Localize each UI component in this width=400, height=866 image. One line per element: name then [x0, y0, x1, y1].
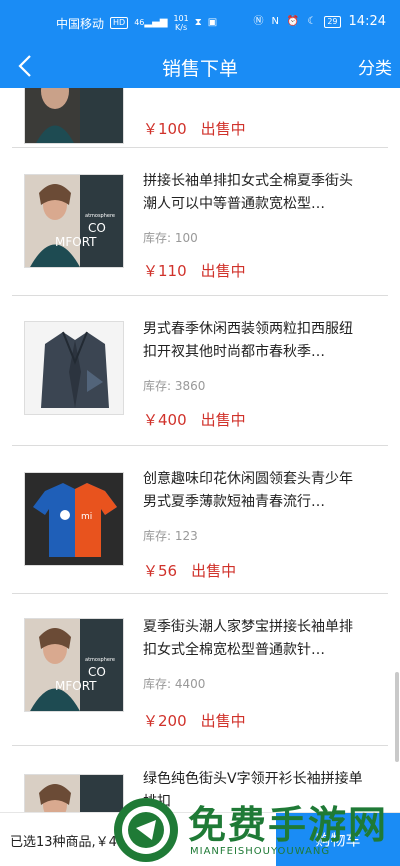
- product-price: ￥100: [143, 120, 187, 138]
- product-photo: atmosphere CO MFORT: [25, 619, 123, 711]
- product-name: 拼接长袖单排扣女式全棉夏季街头潮人可以中等普通款宽松型…: [143, 173, 353, 212]
- price-row: ￥56 出售中: [143, 560, 236, 581]
- product-image: atmosphere CO MFORT: [24, 618, 124, 712]
- clock-time: 14:24: [348, 14, 386, 29]
- status-right: Ⓝ N ⏰ ☾ 29 14:24: [253, 14, 386, 29]
- product-status: 出售中: [191, 562, 237, 580]
- price-row: ￥100 出售中: [143, 118, 246, 139]
- product-info: 拼接长袖单排扣女式全棉夏季街头潮人可以中等普通款宽松型… 库存: 100: [143, 170, 363, 246]
- scrollbar-thumb[interactable]: [395, 672, 399, 762]
- nfc-label: N: [271, 15, 279, 27]
- net-speed: 101 K/s: [173, 14, 188, 32]
- product-price: ￥400: [143, 411, 187, 429]
- product-photo: [25, 322, 123, 414]
- product-status: 出售中: [200, 262, 246, 280]
- product-image: mi: [24, 472, 124, 566]
- hourglass-icon: ⧗: [194, 17, 202, 28]
- alarm-icon: ⏰: [286, 15, 300, 27]
- price-row: ￥110 出售中: [143, 260, 246, 281]
- product-item[interactable]: 男式春季休闲西装领两粒扣西服纽扣开衩其他时尚都市春秋季… 库存: 3860 ￥4…: [12, 296, 388, 446]
- network-type-label: 46: [134, 18, 145, 27]
- product-info: 夏季街头潮人家梦宝拼接长袖单排扣女式全棉宽松型普通款针… 库存: 4400: [143, 616, 363, 692]
- stock-label: 库存:: [143, 231, 172, 245]
- product-item[interactable]: mi 创意趣味印花休闲圆领套头青少年男式夏季薄款短袖青春流行… 库存: 123 …: [12, 446, 388, 594]
- price-row: ￥400 出售中: [143, 409, 246, 430]
- product-name: 创意趣味印花休闲圆领套头青少年男式夏季薄款短袖青春流行…: [143, 471, 353, 510]
- signal-icon: 46▂▄▆: [134, 17, 168, 28]
- price-row: ￥200 出售中: [143, 710, 246, 731]
- hd-badge: HD: [110, 17, 129, 29]
- product-status: 出售中: [200, 712, 246, 730]
- product-price: ￥56: [143, 562, 178, 580]
- product-photo: [25, 88, 123, 143]
- stock-label: 库存:: [143, 379, 172, 393]
- product-info: 男式春季休闲西装领两粒扣西服纽扣开衩其他时尚都市春秋季… 库存: 3860: [143, 318, 363, 394]
- product-item[interactable]: ￥100 出售中: [12, 88, 388, 148]
- watermark-subtitle: MIANFEISHOUYOUWANG: [190, 846, 331, 857]
- stock-value: 100: [174, 231, 198, 245]
- status-left: 中国移动 HD 46▂▄▆ 101 K/s ⧗ ▣: [56, 14, 217, 32]
- product-status: 出售中: [200, 120, 246, 138]
- moon-icon: ☾: [307, 15, 317, 27]
- carrier-label: 中国移动: [56, 16, 105, 31]
- stock-value: 3860: [174, 379, 206, 393]
- svg-text:CO: CO: [88, 665, 106, 679]
- product-image: [24, 321, 124, 415]
- svg-text:CO: CO: [88, 221, 106, 235]
- svg-text:atmosphere: atmosphere: [85, 213, 115, 219]
- watermark: 免费手游网 MIANFEISHOUYOUWANG: [108, 790, 400, 866]
- nfc-icon: Ⓝ: [253, 15, 264, 27]
- watermark-logo-icon: [114, 798, 178, 862]
- product-photo: mi: [25, 473, 123, 565]
- product-stock: 库存: 4400: [143, 675, 363, 692]
- product-photo: atmosphere CO MFORT: [25, 175, 123, 267]
- status-bar: 中国移动 HD 46▂▄▆ 101 K/s ⧗ ▣ Ⓝ N ⏰ ☾ 29 14:…: [0, 0, 400, 44]
- product-status: 出售中: [200, 411, 246, 429]
- net-speed-unit: K/s: [175, 23, 188, 32]
- nav-bar: 销售下单 分类: [0, 44, 400, 88]
- net-speed-value: 101: [173, 14, 189, 23]
- product-price: ￥110: [143, 262, 187, 280]
- product-name: 男式春季休闲西装领两粒扣西服纽扣开衩其他时尚都市春秋季…: [143, 321, 353, 360]
- svg-text:MFORT: MFORT: [55, 235, 97, 249]
- svg-text:atmosphere: atmosphere: [85, 657, 115, 663]
- product-price: ￥200: [143, 712, 187, 730]
- app-notification-icon: ▣: [207, 17, 218, 28]
- stock-label: 库存:: [143, 677, 172, 691]
- product-stock: 库存: 100: [143, 229, 363, 246]
- product-info: 创意趣味印花休闲圆领套头青少年男式夏季薄款短袖青春流行… 库存: 123: [143, 468, 363, 544]
- stock-value: 4400: [174, 677, 206, 691]
- stock-value: 123: [174, 529, 198, 543]
- category-button[interactable]: 分类: [358, 54, 392, 79]
- stock-label: 库存:: [143, 529, 172, 543]
- watermark-title: 免费手游网: [188, 802, 389, 847]
- product-item[interactable]: atmosphere CO MFORT 夏季街头潮人家梦宝拼接长袖单排扣女式全棉…: [12, 594, 388, 746]
- svg-text:MFORT: MFORT: [55, 679, 97, 693]
- svg-text:mi: mi: [81, 512, 92, 522]
- product-list[interactable]: ￥100 出售中 atmosphere CO MFORT 拼接长袖单排扣女式全棉…: [0, 88, 400, 812]
- battery-icon: 29: [324, 15, 341, 28]
- product-stock: 库存: 123: [143, 527, 363, 544]
- page-title: 销售下单: [161, 58, 238, 80]
- product-name: 夏季街头潮人家梦宝拼接长袖单排扣女式全棉宽松型普通款针…: [143, 619, 353, 658]
- product-image: [24, 88, 124, 144]
- product-stock: 库存: 3860: [143, 377, 363, 394]
- product-item[interactable]: atmosphere CO MFORT 拼接长袖单排扣女式全棉夏季街头潮人可以中…: [12, 148, 388, 296]
- product-image: atmosphere CO MFORT: [24, 174, 124, 268]
